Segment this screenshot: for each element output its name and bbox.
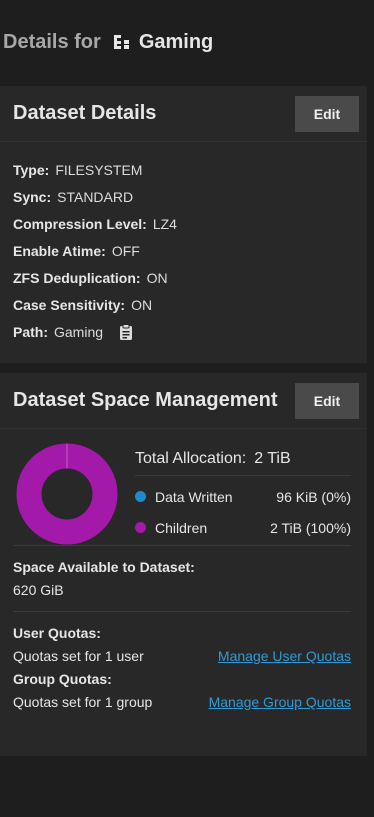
dataset-details-header: Dataset Details Edit — [0, 86, 367, 142]
total-allocation: Total Allocation: 2 TiB — [135, 443, 351, 476]
page-header: Details for Gaming — [0, 0, 374, 84]
detail-value: ON — [131, 296, 153, 313]
dataset-details-list: Type: FILESYSTEM Sync: STANDARD Compress… — [0, 142, 367, 345]
group-quotas-row: Quotas set for 1 group Manage Group Quot… — [13, 694, 354, 710]
detail-label: ZFS Deduplication: — [13, 269, 141, 286]
page-title-lead: Details for — [3, 30, 101, 53]
legend-dot — [135, 522, 146, 533]
manage-group-quotas-link[interactable]: Manage Group Quotas — [209, 694, 351, 710]
detail-value: FILESYSTEM — [55, 161, 143, 178]
legend-item-children: Children 2 TiB (100%) — [135, 512, 351, 543]
total-allocation-label: Total Allocation: — [135, 450, 247, 467]
detail-label: Type: — [13, 161, 50, 178]
detail-row-dedup: ZFS Deduplication: ON — [13, 264, 354, 291]
manage-user-quotas-link[interactable]: Manage User Quotas — [218, 648, 351, 664]
allocation-summary: Total Allocation: 2 TiB Data Written 96 … — [0, 429, 367, 545]
detail-row-atime: Enable Atime: OFF — [13, 237, 354, 264]
detail-label: Sync: — [13, 188, 52, 205]
space-management-card: Dataset Space Management Edit Total Allo… — [0, 373, 367, 756]
legend-dot — [135, 491, 146, 502]
user-quotas-row: Quotas set for 1 user Manage User Quotas — [13, 648, 354, 664]
dataset-details-title: Dataset Details — [13, 102, 157, 124]
dataset-details-card: Dataset Details Edit Type: FILESYSTEM Sy… — [0, 86, 367, 363]
clipboard-icon[interactable] — [119, 323, 133, 340]
dataset-name: Gaming — [138, 30, 214, 53]
group-quotas-label: Group Quotas: — [13, 671, 112, 687]
detail-value: LZ4 — [152, 215, 177, 232]
space-management-edit-button[interactable]: Edit — [295, 382, 359, 419]
detail-value: Gaming — [54, 323, 104, 340]
detail-label: Enable Atime: — [13, 242, 106, 259]
dataset-tree-icon — [113, 33, 131, 51]
space-available-value: 620 GiB — [13, 582, 64, 598]
detail-row-case-sensitivity: Case Sensitivity: ON — [13, 291, 354, 318]
group-quotas-text: Quotas set for 1 group — [13, 694, 153, 710]
allocation-donut-chart — [16, 443, 118, 545]
detail-row-compression: Compression Level: LZ4 — [13, 210, 354, 237]
quotas-section: User Quotas: Quotas set for 1 user Manag… — [0, 612, 367, 710]
allocation-details: Total Allocation: 2 TiB Data Written 96 … — [135, 443, 351, 545]
detail-value: ON — [146, 269, 168, 286]
detail-label: Case Sensitivity: — [13, 296, 126, 313]
user-quotas-label: User Quotas: — [13, 625, 101, 641]
legend-value: 96 KiB (0%) — [276, 488, 351, 505]
space-management-header: Dataset Space Management Edit — [0, 373, 367, 429]
detail-label: Compression Level: — [13, 215, 147, 232]
dataset-details-edit-button[interactable]: Edit — [295, 95, 359, 132]
legend-value: 2 TiB (100%) — [270, 519, 351, 536]
space-available: Space Available to Dataset: 620 GiB — [0, 546, 367, 611]
space-available-label: Space Available to Dataset: — [13, 559, 195, 575]
detail-value: OFF — [111, 242, 140, 259]
legend-item-data-written: Data Written 96 KiB (0%) — [135, 481, 351, 512]
detail-label: Path: — [13, 323, 48, 340]
user-quotas-text: Quotas set for 1 user — [13, 648, 144, 664]
legend-label: Data Written — [155, 488, 233, 505]
total-allocation-value: 2 TiB — [254, 450, 291, 467]
legend-label: Children — [155, 519, 208, 536]
detail-value: STANDARD — [57, 188, 134, 205]
detail-row-path: Path: Gaming — [13, 318, 354, 345]
detail-row-sync: Sync: STANDARD — [13, 183, 354, 210]
detail-row-type: Type: FILESYSTEM — [13, 156, 354, 183]
space-management-title: Dataset Space Management — [13, 389, 278, 411]
